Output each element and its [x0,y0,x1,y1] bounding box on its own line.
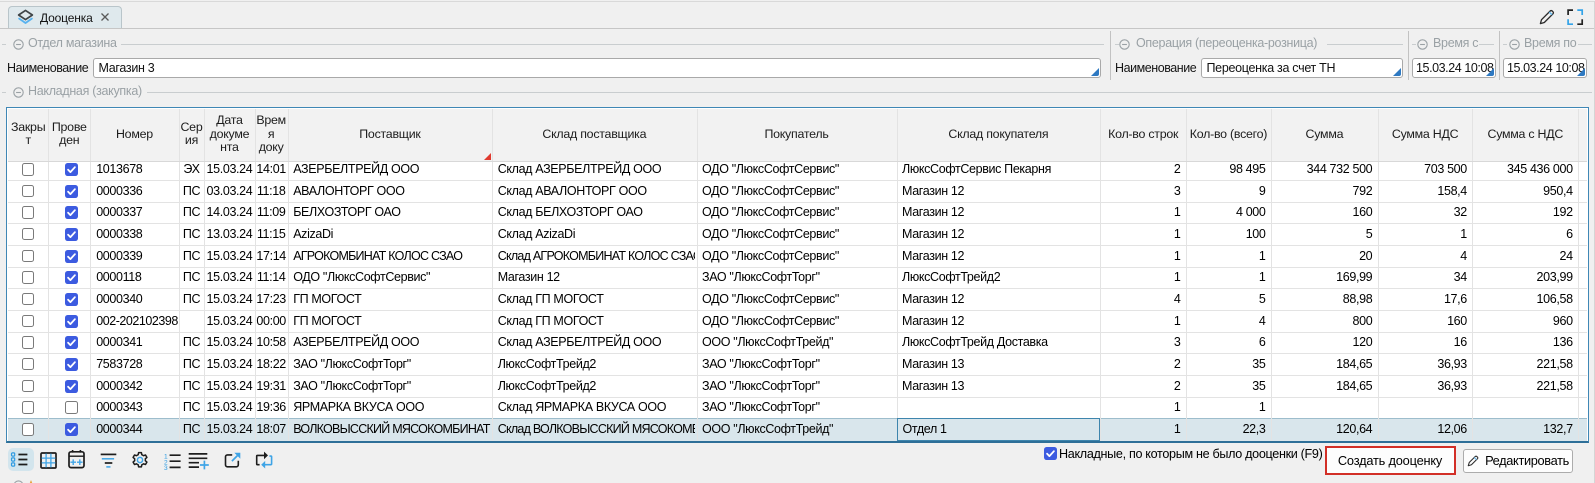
svg-text:3: 3 [164,465,168,470]
